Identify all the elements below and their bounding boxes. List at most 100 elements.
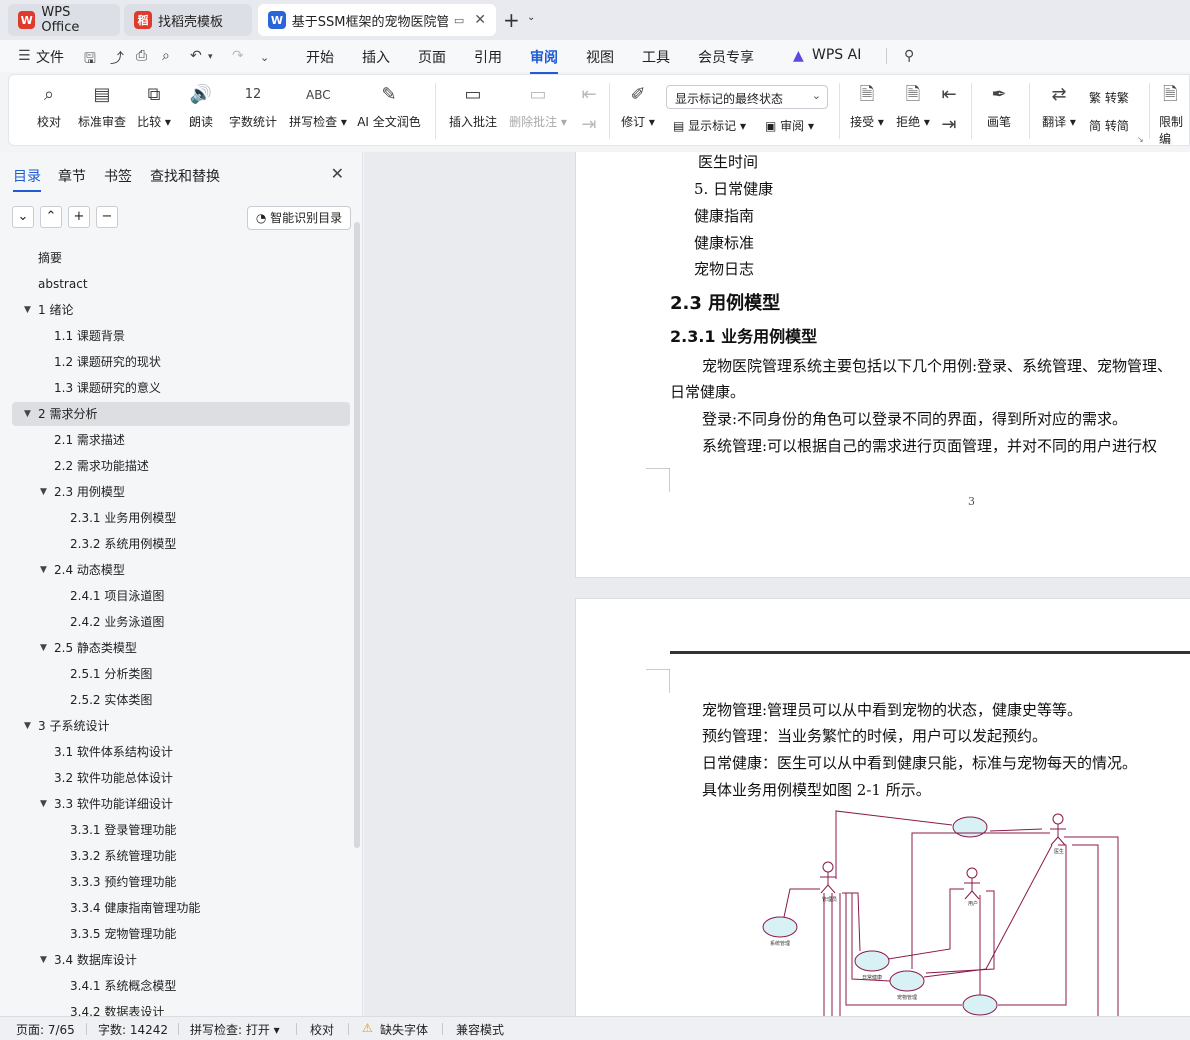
proof-indicator[interactable]: 校对 — [310, 1021, 334, 1038]
toc-item[interactable]: ▼ 2 需求分析 — [12, 402, 350, 426]
toc-item[interactable]: 2.2 需求功能描述 — [12, 454, 350, 478]
toc-item[interactable]: 摘要 — [12, 246, 350, 270]
expand-arrow-icon[interactable]: ▼ — [40, 792, 47, 816]
toc-item[interactable]: ▼ 3.4 数据库设计 — [12, 948, 350, 972]
toc-item[interactable]: 2.4.1 项目泳道图 — [12, 584, 350, 608]
spell-check-indicator[interactable]: 拼写检查: 打开 ▾ — [190, 1021, 280, 1038]
document-area[interactable]: 医生时间 5. 日常健康 健康指南 健康标准 宠物日志 2.3 用例模型 2.3… — [364, 152, 1190, 1016]
menu-file[interactable]: 文件 — [36, 47, 64, 67]
toc-item[interactable]: ▼ 3.3 软件功能详细设计 — [12, 792, 350, 816]
toc-item[interactable]: ▼ 3 子系统设计 — [12, 714, 350, 738]
menu-view[interactable]: 视图 — [586, 47, 614, 67]
ribbon-expand-icon[interactable]: ↘ — [1137, 135, 1144, 144]
toc-item[interactable]: 1.3 课题研究的意义 — [12, 376, 350, 400]
insert-comment-button[interactable]: ▭ 插入批注 — [447, 83, 499, 130]
spell-check-button[interactable]: ABC 拼写检查 ▾ — [287, 83, 349, 130]
track-changes-button[interactable]: ✐ 修订 ▾ — [617, 83, 659, 130]
pen-button[interactable]: ✒ 画笔 — [981, 83, 1017, 130]
expand-arrow-icon[interactable]: ▼ — [40, 480, 47, 504]
menu-page[interactable]: 页面 — [418, 47, 446, 67]
toc-item[interactable]: 3.3.2 系统管理功能 — [12, 844, 350, 868]
toc-scrollbar[interactable] — [354, 222, 360, 848]
hamburger-icon[interactable]: ☰ — [18, 48, 31, 64]
menu-insert[interactable]: 插入 — [362, 47, 390, 67]
export-icon[interactable]: ⤴ — [110, 48, 124, 68]
toc-item[interactable]: 3.4.1 系统概念模型 — [12, 974, 350, 998]
move-up-button[interactable]: ⌃ — [40, 206, 62, 228]
document-page[interactable]: 宠物管理:管理员可以从中看到宠物的状态，健康史等等。 预约管理：当业务繁忙的时候… — [575, 598, 1190, 1016]
translate-button[interactable]: ⇄ 翻译 ▾ — [1039, 83, 1079, 130]
tab-wps-office[interactable]: W WPS Office — [8, 4, 120, 36]
nav-tab-find-replace[interactable]: 查找和替换 — [150, 166, 220, 186]
undo-icon[interactable]: ↶ — [190, 48, 202, 64]
standard-review-button[interactable]: ▤ 标准审查 — [73, 83, 131, 130]
toc-item[interactable]: abstract — [12, 272, 350, 296]
expand-arrow-icon[interactable]: ▼ — [40, 558, 47, 582]
close-tab-icon[interactable]: ✕ — [474, 12, 486, 28]
remove-heading-button[interactable]: − — [96, 206, 118, 228]
accept-button[interactable]: 🗎 接受 ▾ — [847, 83, 887, 130]
show-markup-button[interactable]: ▤ 显示标记 ▾ — [673, 117, 746, 134]
toc-item[interactable]: 2.3.2 系统用例模型 — [12, 532, 350, 556]
chevron-down-icon[interactable]: ⌄ — [527, 12, 535, 23]
toc-item[interactable]: 2.5.2 实体类图 — [12, 688, 350, 712]
expand-arrow-icon[interactable]: ▼ — [24, 298, 31, 322]
toc-item[interactable]: 1.2 课题研究的现状 — [12, 350, 350, 374]
collapse-down-button[interactable]: ⌄ — [12, 206, 34, 228]
toc-item[interactable]: 3.3.1 登录管理功能 — [12, 818, 350, 842]
menu-home[interactable]: 开始 — [306, 47, 334, 67]
toc-item[interactable]: ▼ 2.3 用例模型 — [12, 480, 350, 504]
toc-item[interactable]: 2.1 需求描述 — [12, 428, 350, 452]
document-page[interactable]: 医生时间 5. 日常健康 健康指南 健康标准 宠物日志 2.3 用例模型 2.3… — [575, 152, 1190, 578]
next-change-button[interactable]: ⇥ — [937, 113, 959, 143]
page-indicator[interactable]: 页面: 7/65 — [16, 1021, 75, 1038]
menu-member[interactable]: 会员专享 — [698, 47, 754, 67]
read-aloud-button[interactable]: 🔊 朗读 — [183, 83, 219, 130]
menu-tools[interactable]: 工具 — [642, 47, 670, 67]
save-icon[interactable]: 🖫 — [84, 48, 96, 72]
more-chevron-icon[interactable]: ⌄ — [260, 51, 269, 64]
toc-item[interactable]: ▼ 2.4 动态模型 — [12, 558, 350, 582]
toc-item[interactable]: 2.4.2 业务泳道图 — [12, 610, 350, 634]
toc-item[interactable]: 2.5.1 分析类图 — [12, 662, 350, 686]
print-preview-icon[interactable]: ⌕ — [162, 48, 170, 64]
menu-review[interactable]: 审阅 — [530, 47, 558, 74]
toc-item[interactable]: 1.1 课题背景 — [12, 324, 350, 348]
toc-item[interactable]: ▼ 1 绪论 — [12, 298, 350, 322]
tab-document[interactable]: W 基于SSM框架的宠物医院管理 ▭ ✕ — [258, 4, 496, 36]
ai-polish-button[interactable]: ✎ AI 全文润色 — [355, 83, 423, 130]
to-simplified-button[interactable]: 简 转简 — [1089, 117, 1129, 134]
smart-toc-button[interactable]: ◔ 智能识别目录 — [247, 206, 351, 230]
expand-arrow-icon[interactable]: ▼ — [40, 636, 47, 660]
undo-dropdown-icon[interactable]: ▾ — [208, 52, 213, 62]
reject-button[interactable]: 🗎 拒绝 ▾ — [893, 83, 933, 130]
word-count-indicator[interactable]: 字数: 14242 — [98, 1021, 168, 1038]
prev-change-button[interactable]: ⇤ — [937, 83, 959, 113]
review-pane-button[interactable]: ▣ 审阅 ▾ — [765, 117, 814, 134]
menu-references[interactable]: 引用 — [474, 47, 502, 67]
new-tab-icon[interactable]: + — [503, 8, 520, 32]
menu-wps-ai[interactable]: WPS AI — [812, 47, 861, 63]
search-icon[interactable]: ⚲ — [904, 48, 914, 64]
toc-item[interactable]: 3.3.3 预约管理功能 — [12, 870, 350, 894]
expand-arrow-icon[interactable]: ▼ — [24, 402, 31, 426]
missing-font-indicator[interactable]: 缺失字体 — [380, 1021, 428, 1038]
compare-button[interactable]: ⧉ 比较 ▾ — [133, 83, 175, 130]
display-state-select[interactable]: 显示标记的最终状态 ⌄ — [666, 85, 828, 109]
proofread-button[interactable]: ⌕ 校对 — [31, 83, 67, 130]
toc-item[interactable]: 3.1 软件体系结构设计 — [12, 740, 350, 764]
nav-tab-chapters[interactable]: 章节 — [58, 166, 86, 186]
add-heading-button[interactable]: + — [68, 206, 90, 228]
toc-item[interactable]: 3.2 软件功能总体设计 — [12, 766, 350, 790]
nav-tab-toc[interactable]: 目录 — [13, 166, 41, 192]
print-icon[interactable]: ⎙ — [136, 48, 147, 64]
toc-item[interactable]: 2.3.1 业务用例模型 — [12, 506, 350, 530]
close-icon[interactable]: ✕ — [331, 164, 344, 183]
restrict-editing-button[interactable]: 🗎 限制编 — [1159, 83, 1190, 147]
tab-docer-templates[interactable]: 稻 找稻壳模板 — [124, 4, 252, 36]
toc-item[interactable]: 3.3.4 健康指南管理功能 — [12, 896, 350, 920]
expand-arrow-icon[interactable]: ▼ — [40, 948, 47, 972]
nav-tab-bookmarks[interactable]: 书签 — [104, 166, 132, 186]
expand-arrow-icon[interactable]: ▼ — [24, 714, 31, 738]
to-traditional-button[interactable]: 繁 转繁 — [1089, 89, 1129, 106]
